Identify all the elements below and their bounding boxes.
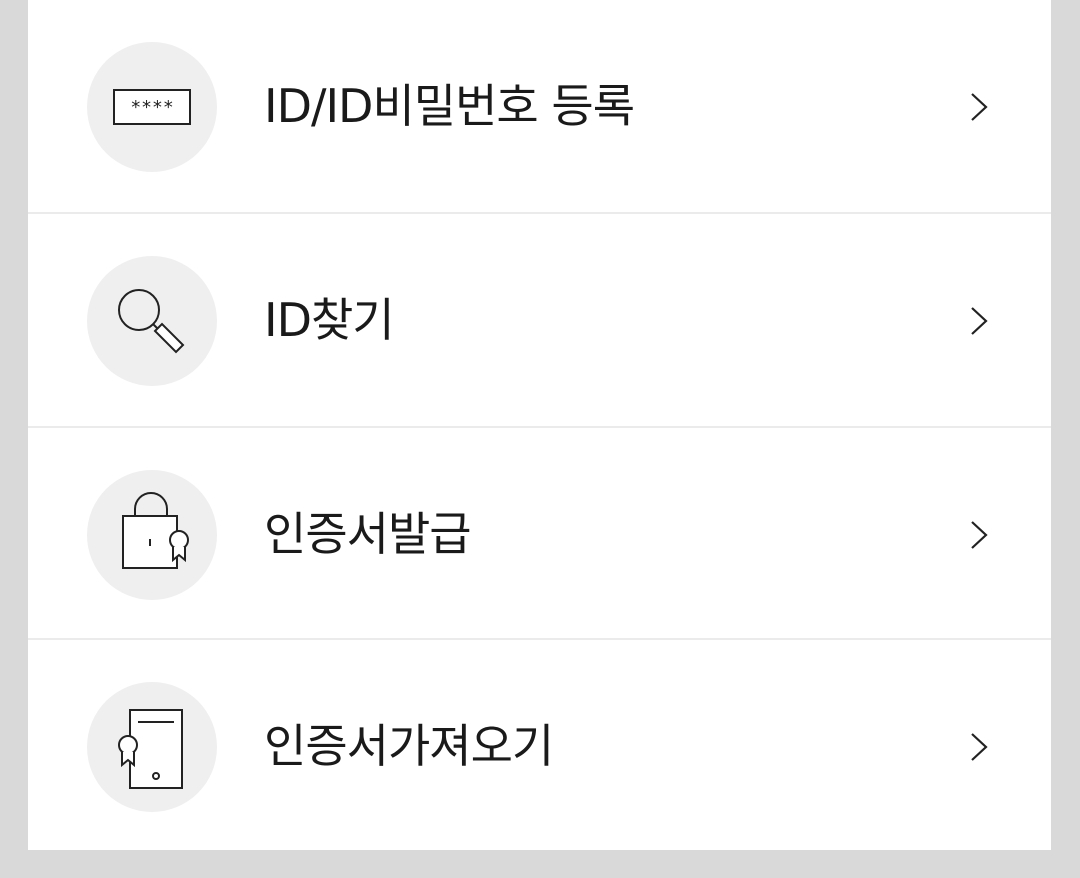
menu-item-register-id-password[interactable]: **** ID/ID비밀번호 등록	[28, 0, 1051, 212]
lock-certificate-icon	[87, 470, 217, 600]
chevron-right-icon	[971, 521, 988, 549]
menu-item-issue-certificate[interactable]: 인증서발급	[28, 428, 1051, 640]
chevron-right-icon	[971, 93, 988, 121]
password-field-icon: ****	[87, 42, 217, 172]
magnifier-icon	[87, 256, 217, 386]
svg-text:****: ****	[130, 97, 173, 118]
menu-item-find-id[interactable]: ID찾기	[28, 214, 1051, 426]
device-certificate-icon	[87, 682, 217, 812]
chevron-right-icon	[971, 307, 988, 335]
menu-card: **** ID/ID비밀번호 등록 ID찾기 인증서발급 인증서가져오기	[28, 0, 1051, 850]
chevron-right-icon	[971, 733, 988, 761]
menu-item-label: ID/ID비밀번호 등록	[264, 79, 635, 133]
menu-item-label: 인증서발급	[264, 507, 472, 561]
menu-item-label: ID찾기	[264, 293, 395, 347]
menu-item-import-certificate[interactable]: 인증서가져오기	[28, 640, 1051, 852]
menu-item-label: 인증서가져오기	[264, 719, 554, 773]
